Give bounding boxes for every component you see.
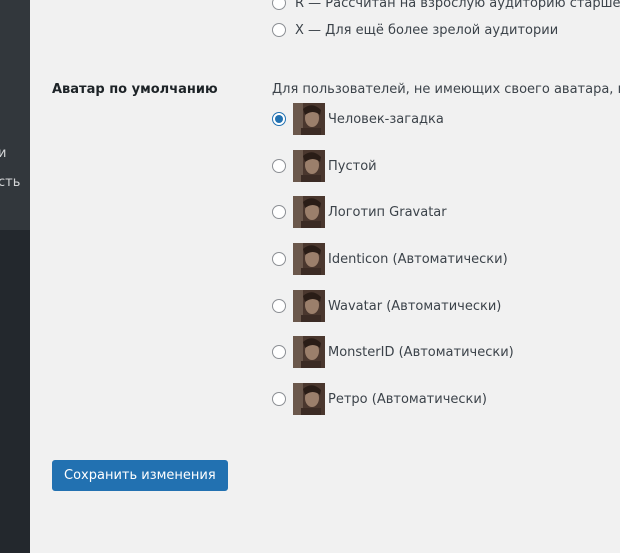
admin-sidebar: и сть bbox=[0, 0, 30, 553]
avatar-option-label: Логотип Gravatar bbox=[328, 204, 447, 220]
radio-button[interactable] bbox=[272, 252, 286, 266]
avatar-option-label: Человек-загадка bbox=[328, 111, 444, 127]
avatar-image bbox=[293, 290, 325, 322]
default-avatar-heading: Аватар по умолчанию bbox=[52, 82, 218, 97]
avatar-option-label: Identicon (Автоматически) bbox=[328, 251, 508, 267]
avatar-option-label: Пустой bbox=[328, 158, 377, 174]
sidebar-submenu bbox=[0, 0, 30, 230]
radio-button[interactable] bbox=[272, 159, 286, 173]
radio-button[interactable] bbox=[272, 23, 286, 37]
avatar-option-retro[interactable]: Ретро (Автоматически) bbox=[272, 383, 487, 415]
avatar-image bbox=[293, 196, 325, 228]
rating-option-r[interactable]: R — Рассчитан на взрослую аудиторию стар… bbox=[272, 0, 620, 13]
rating-option-label: R — Рассчитан на взрослую аудиторию стар… bbox=[295, 0, 620, 11]
save-changes-button[interactable]: Сохранить изменения bbox=[52, 460, 228, 491]
avatar-option-wavatar[interactable]: Wavatar (Автоматически) bbox=[272, 290, 501, 322]
default-avatar-description: Для пользователей, не имеющих своего ава… bbox=[272, 82, 620, 97]
radio-button[interactable] bbox=[272, 299, 286, 313]
avatar-image bbox=[293, 103, 325, 135]
avatar-image bbox=[293, 383, 325, 415]
settings-content: R — Рассчитан на взрослую аудиторию стар… bbox=[30, 0, 620, 553]
avatar-option-identicon[interactable]: Identicon (Автоматически) bbox=[272, 243, 508, 275]
radio-button[interactable] bbox=[272, 392, 286, 406]
avatar-option-label: MonsterID (Автоматически) bbox=[328, 344, 514, 360]
rating-option-x[interactable]: X — Для ещё более зрелой аудитории bbox=[272, 20, 558, 40]
avatar-option-label: Ретро (Автоматически) bbox=[328, 391, 487, 407]
avatar-image bbox=[293, 243, 325, 275]
avatar-image bbox=[293, 336, 325, 368]
avatar-option-mystery[interactable]: Человек-загадка bbox=[272, 103, 444, 135]
sidebar-item-fragment[interactable]: сть bbox=[0, 175, 20, 190]
radio-button[interactable] bbox=[272, 345, 286, 359]
rating-option-label: X — Для ещё более зрелой аудитории bbox=[295, 22, 559, 38]
sidebar-item-fragment[interactable]: и bbox=[0, 146, 6, 161]
avatar-option-gravatar[interactable]: Логотип Gravatar bbox=[272, 196, 447, 228]
radio-button[interactable] bbox=[272, 0, 286, 10]
radio-button[interactable] bbox=[272, 112, 286, 126]
avatar-image bbox=[293, 150, 325, 182]
avatar-option-blank[interactable]: Пустой bbox=[272, 150, 377, 182]
avatar-option-label: Wavatar (Автоматически) bbox=[328, 298, 502, 314]
radio-button[interactable] bbox=[272, 205, 286, 219]
avatar-option-monsterid[interactable]: MonsterID (Автоматически) bbox=[272, 336, 514, 368]
